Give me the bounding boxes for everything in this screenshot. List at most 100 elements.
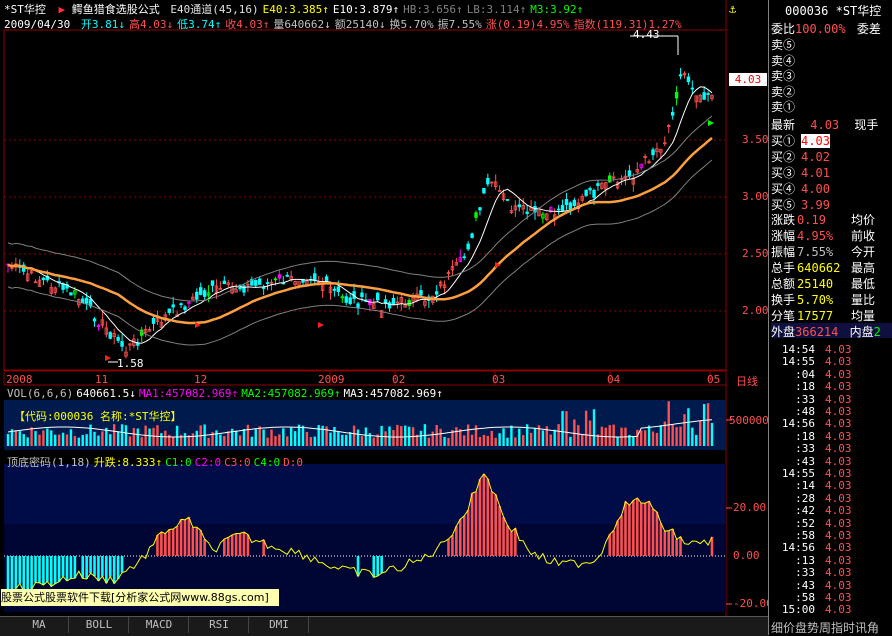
oscillator-bar bbox=[171, 528, 175, 556]
tab-dmi[interactable]: DMI bbox=[250, 617, 309, 633]
tab-boll[interactable]: BOLL bbox=[70, 617, 129, 633]
signal-marker-icon bbox=[708, 120, 714, 126]
oscillator-bar bbox=[81, 556, 85, 579]
candlestick bbox=[120, 341, 124, 347]
oscillator-bar bbox=[14, 556, 18, 589]
sell-level-1: 卖① bbox=[771, 100, 796, 114]
tick-row: :58 4.03 bbox=[795, 529, 852, 542]
oscillator-y-tick: 0.00 bbox=[733, 549, 760, 562]
volume-bar bbox=[679, 426, 682, 446]
date-axis-label: 11 bbox=[95, 373, 109, 386]
volume-bar bbox=[97, 435, 100, 446]
oscillator-bar bbox=[53, 556, 57, 584]
volume-bar bbox=[22, 434, 25, 446]
oscillator-bar bbox=[451, 535, 454, 556]
volume-bar bbox=[640, 430, 643, 446]
candlestick bbox=[254, 280, 258, 286]
side-footer-tabs[interactable]: 细价盘势周指时讯角 bbox=[771, 619, 892, 635]
volume-bar bbox=[93, 431, 96, 446]
tick-row: :18 4.03 bbox=[795, 380, 852, 394]
volume-bar bbox=[616, 436, 619, 446]
volume-bar bbox=[191, 433, 195, 446]
volume-bar bbox=[77, 437, 80, 446]
chart-canvas[interactable] bbox=[0, 0, 892, 635]
oscillator-bar bbox=[195, 527, 199, 556]
candlestick bbox=[332, 288, 337, 291]
waipan-value: 366214 bbox=[795, 325, 839, 339]
oscillator-bar bbox=[191, 527, 195, 556]
view-mode-label[interactable]: 日线 bbox=[736, 373, 758, 389]
stock-name[interactable]: *ST华控 bbox=[4, 3, 46, 16]
volume-bar bbox=[6, 433, 10, 446]
candlestick bbox=[183, 306, 187, 311]
volume-bar bbox=[447, 437, 450, 446]
volume-bar bbox=[132, 428, 136, 446]
price-y-tick: 2.50 bbox=[742, 247, 769, 260]
volume-bar bbox=[455, 427, 458, 446]
candlestick bbox=[324, 276, 329, 281]
volume-bar bbox=[659, 425, 663, 446]
tick-row: :33 4.03 bbox=[795, 442, 852, 456]
sell-level-2: 卖② bbox=[771, 84, 796, 99]
volume-bar bbox=[439, 428, 442, 446]
oscillator-bar bbox=[647, 501, 651, 556]
oscillator-bar bbox=[671, 529, 674, 556]
oscillator-bar bbox=[238, 533, 242, 556]
volume-bar bbox=[112, 424, 116, 446]
volume-bar bbox=[219, 434, 222, 446]
volume-bar bbox=[384, 431, 387, 446]
tab-ma[interactable]: MA bbox=[10, 617, 69, 633]
volume-legend-item-4: MA3:457082.969↑ bbox=[343, 387, 443, 400]
candlestick bbox=[92, 318, 97, 322]
candlestick bbox=[651, 149, 655, 156]
quote-value-4: 量640662↓ bbox=[273, 18, 331, 31]
volume-bar bbox=[57, 434, 61, 446]
volume-bar bbox=[101, 431, 104, 446]
e40-channel-line bbox=[7, 137, 713, 325]
candlestick bbox=[344, 296, 348, 303]
volume-bar bbox=[608, 425, 611, 446]
anchor-icon[interactable]: ⚓ bbox=[729, 2, 736, 16]
candlestick bbox=[674, 91, 679, 99]
volume-bar bbox=[683, 414, 686, 446]
tick-row: 14:56 4.03 bbox=[781, 541, 852, 555]
volume-bar bbox=[514, 437, 517, 446]
quote-value-1: 高4.03↓ bbox=[128, 18, 174, 31]
price-y-tick: 2.00 bbox=[742, 304, 769, 317]
volume-bar bbox=[404, 425, 407, 446]
volume-bar bbox=[42, 430, 45, 446]
tab-rsi[interactable]: RSI bbox=[190, 617, 249, 633]
quote-value-2: 低3.74↑ bbox=[177, 18, 222, 31]
quote-value-5: 额25140↓ bbox=[334, 18, 386, 31]
volume-bar bbox=[46, 428, 49, 446]
volume-bar bbox=[234, 430, 238, 446]
volume-bar bbox=[124, 425, 128, 446]
date-axis-label: 12 bbox=[194, 373, 208, 386]
hb-band-line bbox=[7, 115, 713, 302]
oscillator-bar bbox=[635, 498, 639, 556]
sell-level-5: 卖⑤ bbox=[771, 38, 796, 52]
volume-bar bbox=[671, 424, 674, 446]
volume-bar bbox=[651, 431, 655, 446]
candlestick bbox=[505, 199, 510, 201]
oscillator-bar bbox=[246, 534, 250, 556]
volume-legend: VOL(6,6,6) 640661.5↓ MA1:457082.969↑ MA2:45… bbox=[4, 387, 443, 400]
code-banner: 【代码:000036 名称:*ST华控】 bbox=[14, 410, 182, 423]
candlestick bbox=[556, 208, 561, 211]
volume-bar bbox=[266, 437, 269, 446]
volume-bar bbox=[431, 431, 434, 446]
oscillator-bar bbox=[65, 556, 69, 581]
tick-row: :58 4.03 bbox=[795, 591, 852, 604]
weibi-row: 委比100.00% 委差 bbox=[771, 22, 881, 36]
oscillator-bar bbox=[101, 556, 104, 577]
tab-macd[interactable]: MACD bbox=[130, 617, 189, 633]
volume-bar bbox=[352, 425, 356, 446]
indicator-values: E40通道(45,16) E40:3.385↑ E10:3.879↑ HB:3.656… bbox=[166, 3, 583, 16]
oscillator-bar bbox=[447, 538, 450, 556]
volume-bar bbox=[309, 437, 313, 446]
volume-bar bbox=[136, 428, 139, 446]
header-line-1: *ST华控 ▶ 鳄鱼猎食选股公式 E40通道(45,16) E40:3.385↑ E… bbox=[4, 1, 583, 17]
volume-bar bbox=[223, 435, 226, 446]
candlestick bbox=[179, 303, 183, 306]
formula-name[interactable]: 鳄鱼猎食选股公式 bbox=[72, 3, 160, 16]
